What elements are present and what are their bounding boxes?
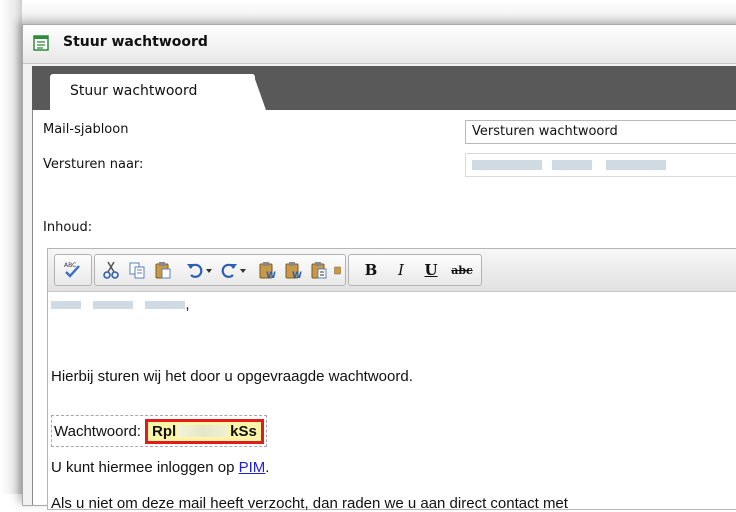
password-label: Wachtwoord: (54, 422, 141, 440)
password-box: Wachtwoord: Rpl kSs (51, 415, 267, 447)
form-icon (33, 35, 49, 51)
greeting-line: , (51, 296, 190, 313)
tab-content: Mail-sjabloon Versturen wachtwoord Verst… (32, 110, 736, 512)
background-left (0, 0, 22, 494)
cut-icon[interactable] (99, 258, 123, 282)
copy-icon[interactable] (125, 258, 149, 282)
strikethrough-button[interactable]: abc (447, 258, 477, 282)
send-to-field[interactable] (465, 153, 736, 177)
rich-text-editor[interactable]: ABC W W B I U abc , Hierbij sturen wij h… (47, 248, 736, 512)
login-prefix: U kunt hiermee inloggen op (51, 459, 239, 476)
undo-dropdown-icon[interactable] (203, 258, 215, 282)
template-select[interactable]: Versturen wachtwoord (465, 120, 736, 144)
editor-toolbar: ABC W W B I U abc (48, 249, 736, 292)
pim-link[interactable]: PIM (239, 459, 266, 476)
message-line-1: Hierbij sturen wij het door u opgevraagd… (51, 368, 413, 385)
paste-icon[interactable] (151, 258, 175, 282)
password-redacted (178, 425, 229, 437)
tab-stuur-wachtwoord[interactable]: Stuur wachtwoord (50, 74, 255, 110)
login-line: U kunt hiermee inloggen op PIM. (51, 459, 269, 476)
content-label: Inhoud: (43, 220, 93, 235)
toolbar-group-format: B I U abc (348, 254, 482, 286)
editor-body[interactable]: , Hierbij sturen wij het door u opgevraa… (48, 292, 736, 512)
send-password-dialog: Stuur wachtwoord Stuur wachtwoord Mail-s… (22, 24, 736, 512)
paste-text-icon[interactable] (307, 258, 331, 282)
spellcheck-icon[interactable]: ABC (60, 258, 84, 282)
toolbar-group-edit: W W (94, 254, 346, 286)
password-end: kSs (230, 422, 257, 440)
dialog-title: Stuur wachtwoord (63, 34, 208, 50)
send-to-label: Versturen naar: (43, 157, 144, 172)
toolbar-group-spell: ABC (54, 254, 92, 286)
italic-button[interactable]: I (389, 258, 413, 282)
svg-text:ABC: ABC (64, 262, 76, 269)
message-line-3: Als u niet om deze mail heeft verzocht, … (51, 495, 568, 512)
template-label: Mail-sjabloon (43, 122, 129, 137)
tab-label: Stuur wachtwoord (70, 83, 198, 99)
password-start: Rpl (151, 422, 177, 440)
redo-dropdown-icon[interactable] (237, 258, 249, 282)
underline-button[interactable]: U (419, 258, 443, 282)
paste-word-icon[interactable]: W (255, 258, 279, 282)
svg-text:W: W (292, 271, 302, 280)
tab-strip: Stuur wachtwoord (32, 66, 736, 110)
login-suffix: . (265, 459, 270, 476)
dialog-titlebar[interactable]: Stuur wachtwoord (23, 25, 736, 64)
greeting-comma: , (185, 296, 190, 313)
paste-format-icon[interactable]: W (281, 258, 305, 282)
tab-notch (250, 74, 266, 110)
paste-special-icon[interactable] (333, 258, 343, 282)
background-top (0, 0, 736, 24)
bold-button[interactable]: B (359, 258, 383, 282)
svg-text:W: W (266, 271, 276, 280)
password-highlight: Rpl kSs (144, 418, 264, 444)
